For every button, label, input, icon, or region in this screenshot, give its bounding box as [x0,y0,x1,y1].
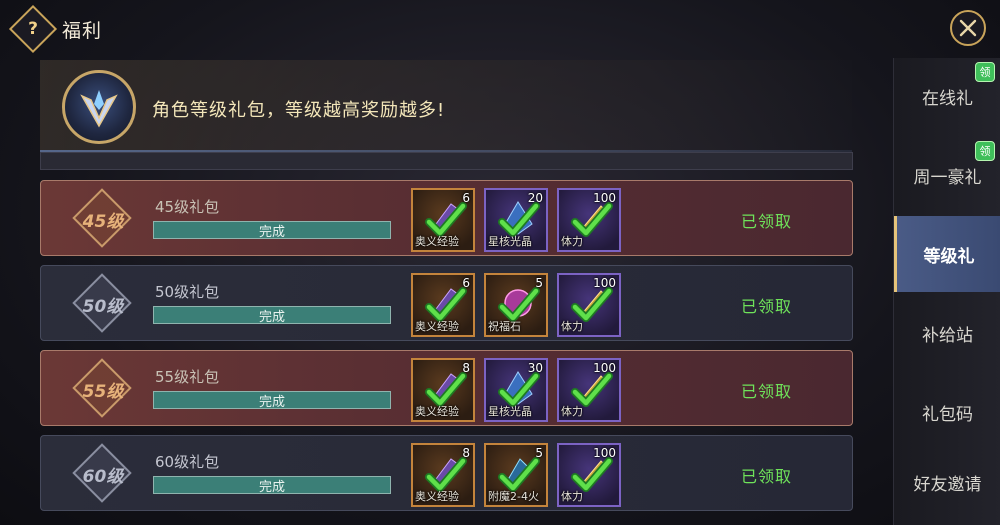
claim-badge: 领 [975,62,995,82]
reward-item[interactable]: 8 奥义经验 [411,358,475,422]
reward-name: 奥义经验 [415,320,459,333]
pack-name: 55级礼包 [155,368,220,386]
progress-label: 完成 [258,224,285,240]
level-badge: 55级 [72,358,132,418]
progress-label: 完成 [258,394,285,410]
reward-name: 体力 [561,405,583,418]
reward-name: 体力 [561,490,583,503]
reward-item[interactable]: 20 星核光晶 [484,188,548,252]
sidebar-tab[interactable]: 礼包码 [894,374,1000,450]
claimed-status: 已领取 [741,382,793,401]
list-item: 50级 50级礼包完成 6 奥义经验 5 祝福石 100 体力 已领取 [40,265,853,341]
reward-qty: 100 [593,191,616,205]
close-button[interactable] [950,10,986,46]
reward-item[interactable]: 6 奥义经验 [411,273,475,337]
claim-badge: 领 [975,141,995,161]
reward-name: 附魔2-4火 [488,490,539,503]
reward-item[interactable]: 100 体力 [557,358,621,422]
reward-qty: 6 [462,276,470,290]
sidebar-tab-label: 等级礼 [923,246,975,267]
reward-item[interactable]: 6 奥义经验 [411,188,475,252]
reward-item[interactable]: 5 附魔2-4火 [484,443,548,507]
reward-qty: 100 [593,446,616,460]
reward-item[interactable]: 100 体力 [557,273,621,337]
reward-qty: 30 [527,361,543,375]
reward-name: 奥义经验 [415,235,459,248]
reward-item[interactable]: 100 体力 [557,188,621,252]
progress-bar: 完成 [153,476,391,495]
reward-name: 祝福石 [488,320,521,333]
list-item-partial [40,152,853,170]
list-item: 60级 60级礼包完成 8 奥义经验 5 附魔2-4火 100 体力 已领取 [40,435,853,511]
reward-name: 奥义经验 [415,490,459,503]
progress-bar: 完成 [153,306,391,325]
sidebar-tab-label: 好友邀请 [913,474,982,495]
reward-qty: 5 [535,276,543,290]
claimed-status: 已领取 [741,212,793,231]
help-button[interactable]: ? [8,4,58,54]
progress-label: 完成 [258,309,285,325]
reward-qty: 100 [593,276,616,290]
reward-name: 星核光晶 [488,405,532,418]
sidebar-tab[interactable]: 周一豪礼 领 [894,137,1000,213]
list-item: 55级 55级礼包完成 8 奥义经验 30 星核光晶 100 体力 已领取 [40,350,853,426]
sidebar-tab[interactable]: 等级礼 [894,216,1000,292]
claimed-status: 已领取 [741,467,793,486]
reward-name: 体力 [561,320,583,333]
progress-label: 完成 [258,479,285,495]
level-badge: 50级 [72,273,132,333]
close-icon [959,19,977,37]
level-gift-list[interactable]: 45级 45级礼包 完成 6 奥义经验 20 星核光晶 100 体力 已领取 50级 50级礼包 完成 6… [40,152,855,525]
reward-qty: 20 [527,191,543,205]
reward-item[interactable]: 5 祝福石 [484,273,548,337]
reward-name: 星核光晶 [488,235,532,248]
level-badge: 45级 [72,188,132,248]
emblem-icon [62,70,136,144]
sidebar-tab-label: 礼包码 [922,404,973,425]
banner-text: 角色等级礼包，等级越高奖励越多! [152,100,446,121]
reward-qty: 8 [462,446,470,460]
page-title: 福利 [62,20,103,42]
progress-bar: 完成 [153,391,391,410]
list-item: 45级 45级礼包完成 6 奥义经验 20 星核光晶 100 体力 已领取 [40,180,853,256]
claimed-status: 已领取 [741,297,793,316]
pack-name: 45级礼包 [155,198,220,216]
sidebar: 在线礼领周一豪礼领等级礼 补给站 礼包码 好友邀请 [893,58,1000,525]
reward-item[interactable]: 8 奥义经验 [411,443,475,507]
sidebar-tab-label: 周一豪礼 [913,167,982,188]
progress-bar: 完成 [153,221,391,240]
reward-qty: 8 [462,361,470,375]
reward-name: 体力 [561,235,583,248]
reward-qty: 5 [535,446,543,460]
sidebar-tab[interactable]: 补给站 [894,295,1000,371]
reward-name: 奥义经验 [415,405,459,418]
sidebar-tab[interactable]: 在线礼领 [894,58,1000,134]
pack-name: 60级礼包 [155,453,220,471]
reward-item[interactable]: 100 体力 [557,443,621,507]
help-icon: ? [28,19,38,39]
sidebar-tab-label: 在线礼 [922,88,973,109]
reward-item[interactable]: 30 星核光晶 [484,358,548,422]
level-badge: 60级 [72,443,132,503]
reward-qty: 100 [593,361,616,375]
pack-name: 50级礼包 [155,283,220,301]
sidebar-tab[interactable]: 好友邀请 [894,444,1000,520]
sidebar-tab-label: 补给站 [922,325,973,346]
reward-qty: 6 [462,191,470,205]
